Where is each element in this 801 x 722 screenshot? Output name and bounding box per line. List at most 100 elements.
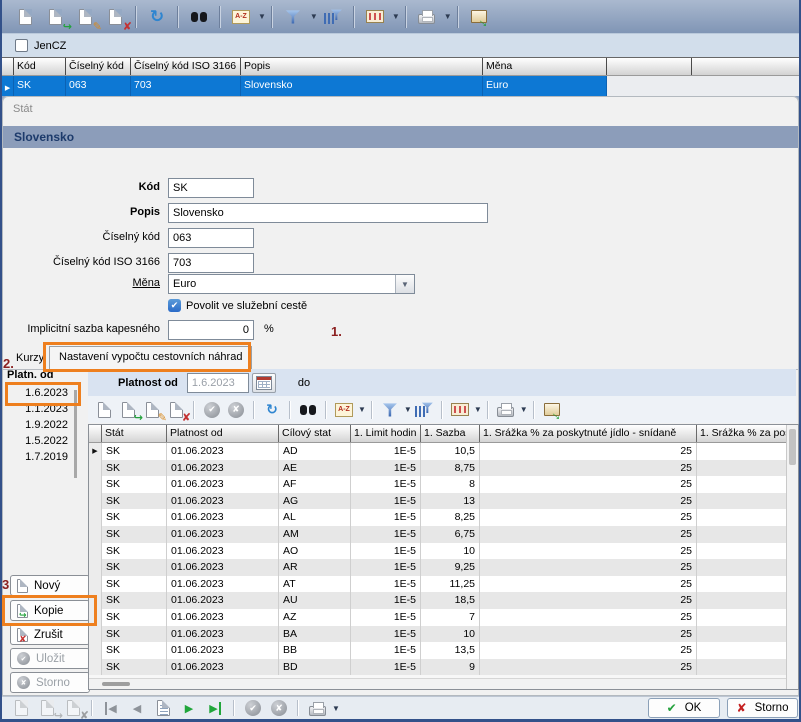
columns-icon[interactable] <box>450 400 470 420</box>
filter-icon[interactable] <box>380 400 400 420</box>
copy-icon[interactable]: ↪ <box>118 400 138 420</box>
ciselny-kod-field[interactable] <box>168 228 254 248</box>
refresh-icon[interactable]: ↻ <box>262 400 282 420</box>
search-icon[interactable] <box>187 5 211 29</box>
column-header[interactable]: Číselný kód <box>66 58 131 75</box>
prev-record-icon[interactable]: ◀ <box>126 698 148 718</box>
column-header[interactable]: Platnost od <box>167 425 279 442</box>
validity-scrollbar[interactable] <box>74 390 77 478</box>
column-header[interactable]: 1. Sazba <box>421 425 480 442</box>
cell-popis[interactable]: Slovensko <box>241 76 483 96</box>
kod-field[interactable] <box>168 178 254 198</box>
filter-icon[interactable] <box>281 5 305 29</box>
confirm-icon[interactable]: ✔ <box>242 698 264 718</box>
filter-dropdown-icon[interactable]: ▼ <box>404 405 412 414</box>
table-row[interactable]: SK 01.06.2023 AT 1E-5 11,25 25 <box>89 576 786 593</box>
new-icon[interactable] <box>10 698 32 718</box>
delete-icon[interactable]: ✘ <box>62 698 84 718</box>
validity-item[interactable]: 1.7.2019 <box>10 451 68 463</box>
table-row[interactable]: SK 01.06.2023 AE 1E-5 8,75 25 <box>89 460 786 477</box>
ulozit-button[interactable]: ✔ Uložit <box>10 648 90 669</box>
table-row[interactable]: SK 01.06.2023 BA 1E-5 10 25 <box>89 626 786 643</box>
jencz-checkbox[interactable] <box>15 39 28 52</box>
vertical-scrollbar[interactable] <box>786 425 798 689</box>
print-icon[interactable] <box>306 698 328 718</box>
print-icon[interactable] <box>496 400 516 420</box>
table-row[interactable]: SK 01.06.2023 AZ 1E-5 7 25 <box>89 609 786 626</box>
iso-field[interactable] <box>168 253 254 273</box>
search-icon[interactable] <box>298 400 318 420</box>
new-icon[interactable] <box>13 5 37 29</box>
scrollbar-thumb[interactable] <box>102 682 130 686</box>
validity-list-header[interactable]: Platn. od <box>7 369 53 381</box>
print-dropdown-icon[interactable]: ▼ <box>444 12 452 21</box>
novy-button[interactable]: Nový <box>10 575 90 596</box>
validity-item[interactable]: 1.5.2022 <box>10 435 68 447</box>
storno-button[interactable]: ✘ Storno <box>727 698 798 718</box>
column-header[interactable]: Popis <box>241 58 483 75</box>
validity-item[interactable]: 1.1.2023 <box>10 403 68 415</box>
cell-iso[interactable]: 703 <box>131 76 241 96</box>
cell-mena[interactable]: Euro <box>483 76 607 96</box>
zrusit-button[interactable]: ✘ Zrušit <box>10 624 90 645</box>
tab-kurzy[interactable]: Kurzy <box>10 350 50 366</box>
columns-icon[interactable] <box>363 5 387 29</box>
column-header[interactable]: Cílový stat <box>279 425 351 442</box>
scrollbar-thumb[interactable] <box>789 429 796 465</box>
table-row[interactable]: SK 01.06.2023 AR 1E-5 9,25 25 <box>89 559 786 576</box>
popis-field[interactable] <box>168 203 488 223</box>
table-row[interactable]: SK 01.06.2023 BB 1E-5 13,5 25 <box>89 642 786 659</box>
mena-link-label[interactable]: Měna <box>2 277 160 289</box>
table-row[interactable]: SK 01.06.2023 AO 1E-5 10 25 <box>89 543 786 560</box>
export-icon[interactable]: → <box>467 5 491 29</box>
sort-az-icon[interactable]: A-Z <box>229 5 253 29</box>
first-record-icon[interactable]: ◀ <box>100 698 122 718</box>
countries-selected-row[interactable]: ▶ SK 063 703 Slovensko Euro <box>2 76 799 96</box>
cell-ciselny-kod[interactable]: 063 <box>66 76 131 96</box>
last-record-icon[interactable]: ▶ <box>204 698 226 718</box>
print-icon[interactable] <box>415 5 439 29</box>
print-dropdown-icon[interactable]: ▼ <box>520 405 528 414</box>
column-header[interactable]: 1. Limit hodin <box>351 425 421 442</box>
combo-dropdown-icon[interactable]: ▼ <box>395 275 414 293</box>
refresh-icon[interactable]: ↻ <box>145 5 169 29</box>
print-dropdown-icon[interactable]: ▼ <box>332 704 340 713</box>
calendar-button[interactable] <box>252 373 276 393</box>
column-header[interactable]: Kód <box>14 58 66 75</box>
next-record-icon[interactable]: ▶ <box>178 698 200 718</box>
delete-icon[interactable]: ✘ <box>166 400 186 420</box>
columns-dropdown-icon[interactable]: ▼ <box>392 12 400 21</box>
table-row[interactable]: SK 01.06.2023 AU 1E-5 18,5 25 <box>89 592 786 609</box>
copy-icon[interactable]: ↪ <box>36 698 58 718</box>
validity-item[interactable]: 1.6.2023 <box>10 387 68 399</box>
cell-kod[interactable]: SK <box>14 76 66 96</box>
columns-dropdown-icon[interactable]: ▼ <box>474 405 482 414</box>
new-icon[interactable] <box>94 400 114 420</box>
copy-icon[interactable]: ↪ <box>43 5 67 29</box>
confirm-icon[interactable]: ✔ <box>202 400 222 420</box>
sort-az-icon[interactable]: A-Z <box>334 400 354 420</box>
horizontal-scrollbar[interactable] <box>89 678 786 689</box>
cancel-icon[interactable]: ✘ <box>268 698 290 718</box>
table-row[interactable]: SK 01.06.2023 AG 1E-5 13 25 <box>89 493 786 510</box>
sort-dropdown-icon[interactable]: ▼ <box>258 12 266 21</box>
delete-icon[interactable]: ✘ <box>103 5 127 29</box>
column-header[interactable]: 1. Srážka % za poskytnuté jídlo - snídan… <box>480 425 697 442</box>
kopie-button[interactable]: ↪ Kopie <box>10 600 90 621</box>
form-view-icon[interactable] <box>152 698 174 718</box>
sort-dropdown-icon[interactable]: ▼ <box>358 405 366 414</box>
table-row[interactable]: SK 01.06.2023 AF 1E-5 8 25 <box>89 476 786 493</box>
edit-icon[interactable]: ✎ <box>142 400 162 420</box>
table-row[interactable]: SK 01.06.2023 AM 1E-5 6,75 25 <box>89 526 786 543</box>
filter-dropdown-icon[interactable]: ▼ <box>310 12 318 21</box>
kapesne-field[interactable] <box>168 320 254 340</box>
povolit-checkbox[interactable]: ✔ <box>168 299 181 312</box>
filter-values-icon[interactable] <box>414 400 434 420</box>
table-row[interactable]: SK 01.06.2023 BD 1E-5 9 25 <box>89 659 786 676</box>
table-row[interactable]: SK 01.06.2023 AL 1E-5 8,25 25 <box>89 509 786 526</box>
ok-button[interactable]: ✔ OK <box>648 698 720 718</box>
export-icon[interactable]: → <box>542 400 562 420</box>
cancel-icon[interactable]: ✘ <box>226 400 246 420</box>
storno-side-button[interactable]: ✘ Storno <box>10 672 90 693</box>
mena-combobox[interactable]: Euro ▼ <box>168 274 415 294</box>
